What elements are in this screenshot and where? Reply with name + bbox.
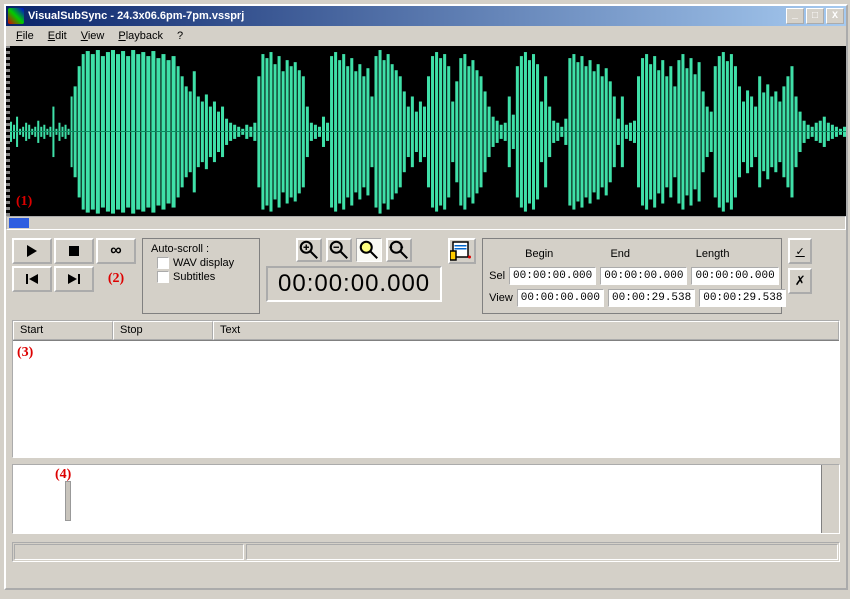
col-text[interactable]: Text (213, 321, 839, 340)
sel-begin-value[interactable]: 00:00:00.000 (509, 267, 596, 285)
play-button[interactable] (12, 238, 52, 264)
maximize-button[interactable]: □ (806, 8, 824, 24)
loop-button[interactable]: ∞ (96, 238, 136, 264)
sel-length-value[interactable]: 00:00:00.000 (691, 267, 778, 285)
begin-header: Begin (523, 248, 604, 260)
zoom-in-button[interactable] (296, 238, 322, 262)
sel-end-value[interactable]: 00:00:00.000 (600, 267, 687, 285)
timecode-display: 00:00:00.000 (266, 266, 442, 302)
control-toolbar: ∞ (2) Auto-scroll : WAV display Subtitle… (6, 238, 846, 314)
playback-buttons: ∞ (2) (12, 238, 136, 314)
next-button[interactable] (54, 266, 94, 292)
wav-display-checkbox[interactable] (157, 257, 169, 269)
menu-file[interactable]: File (10, 28, 40, 44)
zoom-all-button[interactable] (386, 238, 412, 262)
statusbar (12, 542, 840, 562)
subtitle-editor[interactable]: (4) (12, 464, 840, 534)
view-length-value[interactable]: 00:00:29.538 (699, 289, 786, 307)
menu-help[interactable]: ? (171, 28, 189, 44)
zoom-and-time-group: 00:00:00.000 (266, 238, 442, 314)
annotation-3: (3) (17, 345, 33, 361)
close-button[interactable]: X (826, 8, 844, 24)
view-row-label: View (489, 292, 513, 304)
col-start[interactable]: Start (13, 321, 113, 340)
menu-edit[interactable]: Edit (42, 28, 73, 44)
cursor-indicator-bar (65, 481, 71, 521)
scrollbar-thumb[interactable] (9, 218, 29, 228)
waveform-display[interactable]: (1) (6, 46, 846, 216)
end-header: End (608, 248, 689, 260)
stop-button[interactable] (54, 238, 94, 264)
waveform-scrollbar[interactable] (6, 216, 846, 230)
subtitles-checkbox[interactable] (157, 271, 169, 283)
view-end-value[interactable]: 00:00:29.538 (608, 289, 695, 307)
table-body[interactable]: (3) (13, 341, 839, 457)
timing-panel: Begin End Length Sel 00:00:00.000 00:00:… (482, 238, 782, 314)
reject-button[interactable]: ✗ (788, 268, 812, 294)
minimize-button[interactable]: _ (786, 8, 804, 24)
accept-button[interactable]: ✓ (788, 238, 812, 264)
prev-button[interactable] (12, 266, 52, 292)
annotation-2: (2) (108, 271, 124, 287)
status-cell-2 (246, 544, 838, 560)
menu-view[interactable]: View (75, 28, 111, 44)
side-buttons: ✓ ✗ (788, 238, 812, 314)
window-title: VisualSubSync - 24.3x06.6pm-7pm.vssprj (28, 10, 786, 22)
zoom-selection-button[interactable] (356, 238, 382, 262)
wav-display-label: WAV display (173, 257, 234, 269)
waveform-centerline (10, 131, 846, 132)
col-stop[interactable]: Stop (113, 321, 213, 340)
zoom-out-button[interactable] (326, 238, 352, 262)
menubar: File Edit View Playback ? (6, 26, 846, 46)
app-window: VisualSubSync - 24.3x06.6pm-7pm.vssprj _… (4, 4, 848, 590)
sel-row-label: Sel (489, 270, 505, 282)
menu-playback[interactable]: Playback (112, 28, 169, 44)
subtitle-table: Start Stop Text (3) (12, 320, 840, 458)
autoscroll-group: Auto-scroll : WAV display Subtitles (142, 238, 260, 314)
subtitles-label: Subtitles (173, 271, 215, 283)
app-icon (8, 8, 24, 24)
autoscroll-label: Auto-scroll : (151, 243, 251, 255)
view-begin-value[interactable]: 00:00:00.000 (517, 289, 604, 307)
length-header: Length (694, 248, 775, 260)
table-header-row: Start Stop Text (13, 321, 839, 341)
waveform-canvas[interactable]: (1) (10, 46, 846, 216)
titlebar[interactable]: VisualSubSync - 24.3x06.6pm-7pm.vssprj _… (6, 6, 846, 26)
annotation-1: (1) (16, 194, 32, 210)
editor-scrollbar[interactable] (821, 465, 839, 533)
open-file-button[interactable] (448, 238, 476, 264)
status-cell-1 (14, 544, 244, 560)
